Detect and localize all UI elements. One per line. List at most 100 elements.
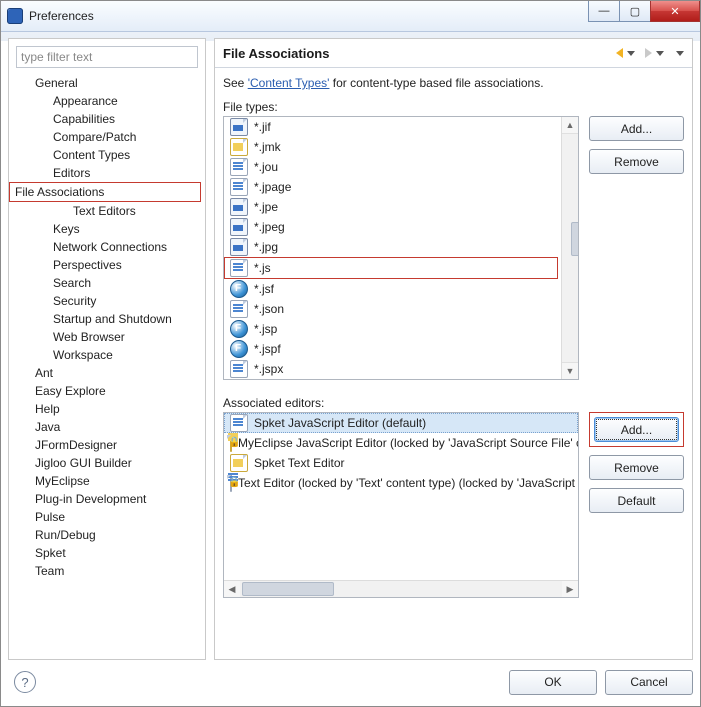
filter-placeholder: type filter text	[21, 50, 92, 64]
tree-item[interactable]: Network Connections	[9, 238, 205, 256]
filetype-label: *.jmk	[254, 137, 281, 157]
tree-item[interactable]: Help	[9, 400, 205, 418]
filetype-label: *.jspf	[254, 339, 281, 359]
maximize-button[interactable]: ▢	[619, 1, 650, 22]
hscroll-left-icon[interactable]: ◀	[224, 581, 240, 597]
window-buttons: — ▢ ✕	[588, 1, 700, 22]
tree-item[interactable]: Perspectives	[9, 256, 205, 274]
filetype-item[interactable]: F*.jsp	[224, 319, 562, 339]
filetype-item[interactable]: *.jou	[224, 157, 562, 177]
associated-editor-item[interactable]: Spket JavaScript Editor (default)	[224, 413, 578, 433]
file-icon	[230, 158, 248, 176]
associated-editor-item[interactable]: Spket Text Editor	[224, 453, 578, 473]
scroll-up-icon[interactable]: ▲	[562, 117, 578, 134]
associated-editor-label: Text Editor (locked by 'Text' content ty…	[238, 473, 578, 493]
preferences-tree[interactable]: GeneralAppearanceCapabilitiesCompare/Pat…	[9, 72, 205, 659]
filetype-item[interactable]: *.jpage	[224, 177, 562, 197]
tree-item[interactable]: Startup and Shutdown	[9, 310, 205, 328]
app-icon	[7, 8, 23, 24]
associated-editors-add-button[interactable]: Add...	[594, 417, 679, 442]
tree-item[interactable]: Spket	[9, 544, 205, 562]
hscroll-right-icon[interactable]: ▶	[562, 581, 578, 597]
content-types-link[interactable]: 'Content Types'	[248, 76, 330, 90]
scroll-down-icon[interactable]: ▼	[562, 362, 578, 379]
associated-editors-remove-button[interactable]: Remove	[589, 455, 684, 480]
filetype-label: *.js	[254, 258, 271, 278]
tree-item[interactable]: Jigloo GUI Builder	[9, 454, 205, 472]
tree-item[interactable]: Capabilities	[9, 110, 205, 128]
tree-item[interactable]: Plug-in Development	[9, 490, 205, 508]
tree-item[interactable]: File Associations	[9, 182, 201, 202]
page-description: See 'Content Types' for content-type bas…	[223, 76, 684, 90]
file-icon	[230, 138, 248, 156]
filetype-item[interactable]: F*.jsf	[224, 279, 562, 299]
filetype-item[interactable]: *.js	[224, 257, 558, 279]
filetype-item[interactable]: *.jmk	[224, 137, 562, 157]
dialog-button-bar: ? OK Cancel	[8, 665, 693, 699]
tree-item[interactable]: Ant	[9, 364, 205, 382]
add-button-highlight: Add...	[589, 412, 684, 447]
editor-icon	[230, 434, 232, 452]
scroll-thumb[interactable]	[571, 222, 579, 256]
forward-icon[interactable]	[645, 48, 652, 58]
back-icon[interactable]	[616, 48, 623, 58]
associated-editors-label: Associated editors:	[223, 396, 684, 410]
tree-item[interactable]: MyEclipse	[9, 472, 205, 490]
forward-menu-caret[interactable]	[656, 51, 664, 56]
tree-item[interactable]: Pulse	[9, 508, 205, 526]
filetype-item[interactable]: *.jpg	[224, 237, 562, 257]
desc-suffix: for content-type based file associations…	[329, 76, 543, 90]
tree-item[interactable]: Easy Explore	[9, 382, 205, 400]
associated-editors-list[interactable]: Spket JavaScript Editor (default)MyEclip…	[223, 412, 579, 598]
filetypes-buttons: Add... Remove	[589, 116, 684, 174]
preferences-window: Preferences — ▢ ✕ type filter text Gener…	[0, 0, 701, 707]
help-icon[interactable]: ?	[14, 671, 36, 693]
titlebar: Preferences — ▢ ✕	[1, 1, 700, 32]
filetype-label: *.jpeg	[254, 217, 285, 237]
associated-editor-item[interactable]: Text Editor (locked by 'Text' content ty…	[224, 473, 578, 493]
filetypes-add-button[interactable]: Add...	[589, 116, 684, 141]
back-menu-caret[interactable]	[627, 51, 635, 56]
tree-item[interactable]: Keys	[9, 220, 205, 238]
filetype-item[interactable]: *.jif	[224, 117, 562, 137]
tree-item[interactable]: Web Browser	[9, 328, 205, 346]
minimize-button[interactable]: —	[588, 1, 619, 22]
tree-item[interactable]: JFormDesigner	[9, 436, 205, 454]
tree-item[interactable]: General	[9, 74, 205, 92]
page-menu-caret[interactable]	[676, 51, 684, 56]
filetype-item[interactable]: *.jspx	[224, 359, 562, 379]
filetype-item[interactable]: *.json	[224, 299, 562, 319]
tree-item[interactable]: Appearance	[9, 92, 205, 110]
tree-item[interactable]: Team	[9, 562, 205, 580]
filetype-item[interactable]: *.jpeg	[224, 217, 562, 237]
associated-editor-label: Spket JavaScript Editor (default)	[254, 413, 426, 433]
editor-icon	[230, 414, 248, 432]
tree-item[interactable]: Run/Debug	[9, 526, 205, 544]
filetypes-remove-button[interactable]: Remove	[589, 149, 684, 174]
tree-item[interactable]: Java	[9, 418, 205, 436]
tree-item[interactable]: Editors	[9, 164, 205, 182]
associated-editors-hscroll[interactable]: ◀ ▶	[224, 580, 578, 597]
tree-item[interactable]: Workspace	[9, 346, 205, 364]
associated-editors-default-button[interactable]: Default	[589, 488, 684, 513]
nav-panel: type filter text GeneralAppearanceCapabi…	[8, 38, 206, 660]
close-button[interactable]: ✕	[650, 1, 700, 22]
filetype-item[interactable]: F*.jspf	[224, 339, 562, 359]
filter-input[interactable]: type filter text	[16, 46, 198, 68]
file-icon	[230, 238, 248, 256]
associated-editor-item[interactable]: MyEclipse JavaScript Editor (locked by '…	[224, 433, 578, 453]
ok-button[interactable]: OK	[509, 670, 597, 695]
filetypes-list[interactable]: *.jif*.jmk*.jou*.jpage*.jpe*.jpeg*.jpg*.…	[223, 116, 579, 380]
tree-item[interactable]: Content Types	[9, 146, 205, 164]
page-title: File Associations	[223, 46, 329, 61]
hscroll-thumb[interactable]	[242, 582, 334, 596]
associated-editors-list-inner: Spket JavaScript Editor (default)MyEclip…	[224, 413, 578, 581]
filetypes-scrollbar[interactable]: ▲ ▼	[561, 117, 578, 379]
tree-item[interactable]: Search	[9, 274, 205, 292]
filetype-label: *.jif	[254, 117, 271, 137]
cancel-button[interactable]: Cancel	[605, 670, 693, 695]
filetype-item[interactable]: *.jpe	[224, 197, 562, 217]
tree-item[interactable]: Compare/Patch	[9, 128, 205, 146]
tree-item[interactable]: Text Editors	[9, 202, 205, 220]
tree-item[interactable]: Security	[9, 292, 205, 310]
